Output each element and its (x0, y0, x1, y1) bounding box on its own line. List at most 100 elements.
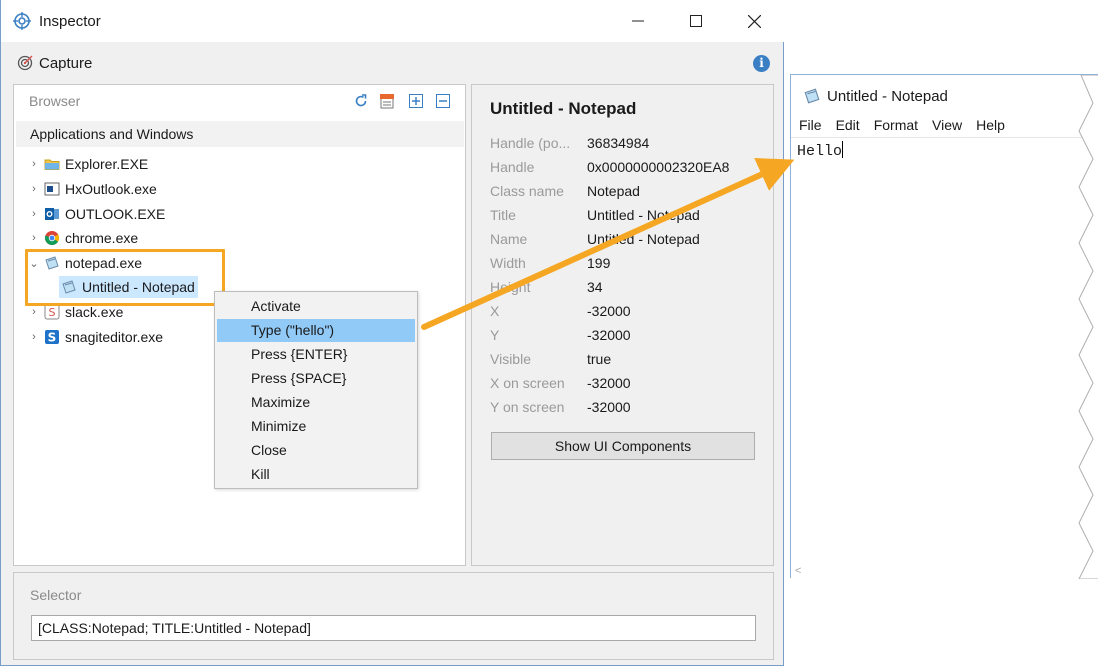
prop-key: Visible (490, 351, 531, 367)
tree-item-hxoutlook[interactable]: › HxOutlook.exe (26, 178, 157, 200)
tree-item-chrome[interactable]: › chrome.exe (26, 227, 138, 249)
chevron-right-icon[interactable]: › (26, 208, 42, 220)
prop-value: Untitled - Notepad (587, 207, 700, 223)
highlight-box (25, 249, 225, 306)
menu-item-press-enter[interactable]: Press {ENTER} (217, 343, 415, 366)
menu-file[interactable]: File (799, 117, 822, 133)
prop-key: Handle (po... (490, 135, 571, 151)
menu-format[interactable]: Format (874, 117, 918, 133)
prop-key: Handle (490, 159, 535, 175)
tree-item-snagit[interactable]: › S snagiteditor.exe (26, 326, 163, 348)
details-title: Untitled - Notepad (490, 99, 637, 118)
xml-icon[interactable] (379, 93, 395, 109)
expand-all-icon[interactable] (408, 93, 424, 109)
menu-item-kill[interactable]: Kill (217, 463, 415, 486)
apps-section-header: Applications and Windows (16, 121, 464, 147)
notepad-window: Untitled - Notepad File Edit Format View… (790, 74, 1098, 579)
chevron-right-icon[interactable]: › (26, 183, 42, 195)
notepad-title: Untitled - Notepad (827, 87, 948, 105)
context-menu: Activate Type ("hello") Press {ENTER} Pr… (214, 291, 418, 489)
inspector-window: Inspector Capture i Browser Applications… (0, 0, 784, 666)
prop-value: Notepad (587, 183, 640, 199)
capture-toolbar: Capture (1, 44, 784, 82)
prop-key: Class name (490, 183, 564, 199)
chevron-right-icon[interactable]: › (26, 232, 42, 244)
prop-key: X (490, 303, 500, 319)
selector-header: Selector (30, 587, 82, 603)
prop-key: X on screen (490, 375, 565, 391)
prop-value: true (587, 351, 612, 367)
selector-panel: Selector [CLASS:Notepad; TITLE:Untitled … (13, 572, 774, 660)
chevron-right-icon[interactable]: › (26, 306, 42, 318)
close-icon (747, 14, 761, 28)
menu-item-maximize[interactable]: Maximize (217, 391, 415, 414)
crosshair-icon (13, 12, 31, 30)
info-icon[interactable]: i (753, 55, 770, 72)
close-button[interactable] (725, 0, 783, 42)
slack-icon: S (44, 304, 60, 320)
prop-value: 199 (587, 255, 611, 271)
prop-value: 34 (587, 279, 603, 295)
collapse-all-icon[interactable] (435, 93, 451, 109)
prop-value: -32000 (587, 375, 631, 391)
tree-item-label: Explorer.EXE (65, 156, 149, 172)
prop-value: -32000 (587, 303, 631, 319)
chevron-right-icon[interactable]: › (26, 331, 42, 343)
hxoutlook-icon (44, 182, 60, 196)
tree-item-label: HxOutlook.exe (65, 181, 157, 197)
selector-field[interactable]: [CLASS:Notepad; TITLE:Untitled - Notepad… (31, 615, 756, 641)
menu-item-type-hello[interactable]: Type ("hello") (217, 319, 415, 342)
menu-item-minimize[interactable]: Minimize (217, 415, 415, 438)
tree-item-label: snagiteditor.exe (65, 329, 164, 345)
tree-item-label: slack.exe (65, 304, 124, 320)
title-bar[interactable]: Inspector (1, 0, 784, 42)
outlook-icon (45, 208, 59, 220)
prop-value: -32000 (587, 399, 631, 415)
scroll-left-icon[interactable]: < (795, 565, 801, 577)
prop-value: 0x0000000002320EA8 (587, 159, 730, 175)
text-caret (842, 141, 844, 158)
menu-item-close[interactable]: Close (217, 439, 415, 462)
notepad-menu-bar: File Edit Format View Help (799, 117, 1005, 133)
show-ui-components-button[interactable]: Show UI Components (491, 432, 755, 460)
prop-key: Height (490, 279, 531, 295)
minimize-button[interactable] (609, 0, 667, 42)
menu-item-press-space[interactable]: Press {SPACE} (217, 367, 415, 390)
notepad-title-bar[interactable]: Untitled - Notepad (803, 87, 948, 105)
tree-item-label: chrome.exe (65, 230, 139, 246)
svg-text:S: S (49, 306, 56, 319)
prop-value: Untitled - Notepad (587, 231, 700, 247)
prop-value: 36834984 (587, 135, 650, 151)
notepad-icon (804, 88, 820, 104)
minimize-icon (632, 20, 644, 22)
details-panel: Untitled - Notepad Handle (po... 3683498… (471, 84, 774, 566)
capture-button[interactable]: Capture (39, 55, 92, 72)
torn-edge (1078, 75, 1098, 579)
browser-header: Browser (29, 93, 81, 109)
chevron-right-icon[interactable]: › (26, 158, 42, 170)
prop-key: Width (490, 255, 526, 271)
divider (791, 137, 1091, 138)
menu-view[interactable]: View (932, 117, 962, 133)
folder-icon (44, 159, 60, 170)
tree-item-outlook[interactable]: › OUTLOOK.EXE (26, 203, 165, 225)
prop-value: -32000 (587, 327, 631, 343)
snagit-icon: S (45, 330, 59, 345)
tree-item-label: OUTLOOK.EXE (65, 206, 166, 222)
tree-item-explorer[interactable]: › Explorer.EXE (26, 153, 148, 175)
notepad-text-area[interactable]: Hello (797, 141, 844, 160)
menu-help[interactable]: Help (976, 117, 1005, 133)
refresh-icon[interactable] (353, 93, 369, 109)
chrome-icon (45, 231, 60, 246)
svg-text:S: S (48, 331, 57, 345)
menu-edit[interactable]: Edit (836, 117, 860, 133)
target-icon[interactable] (17, 55, 33, 71)
notepad-text: Hello (797, 143, 843, 160)
prop-key: Title (490, 207, 516, 223)
menu-item-activate[interactable]: Activate (217, 295, 415, 318)
maximize-button[interactable] (667, 0, 725, 42)
prop-key: Y (490, 327, 500, 343)
window-title: Inspector (39, 12, 101, 30)
prop-key: Name (490, 231, 528, 247)
prop-key: Y on screen (490, 399, 565, 415)
